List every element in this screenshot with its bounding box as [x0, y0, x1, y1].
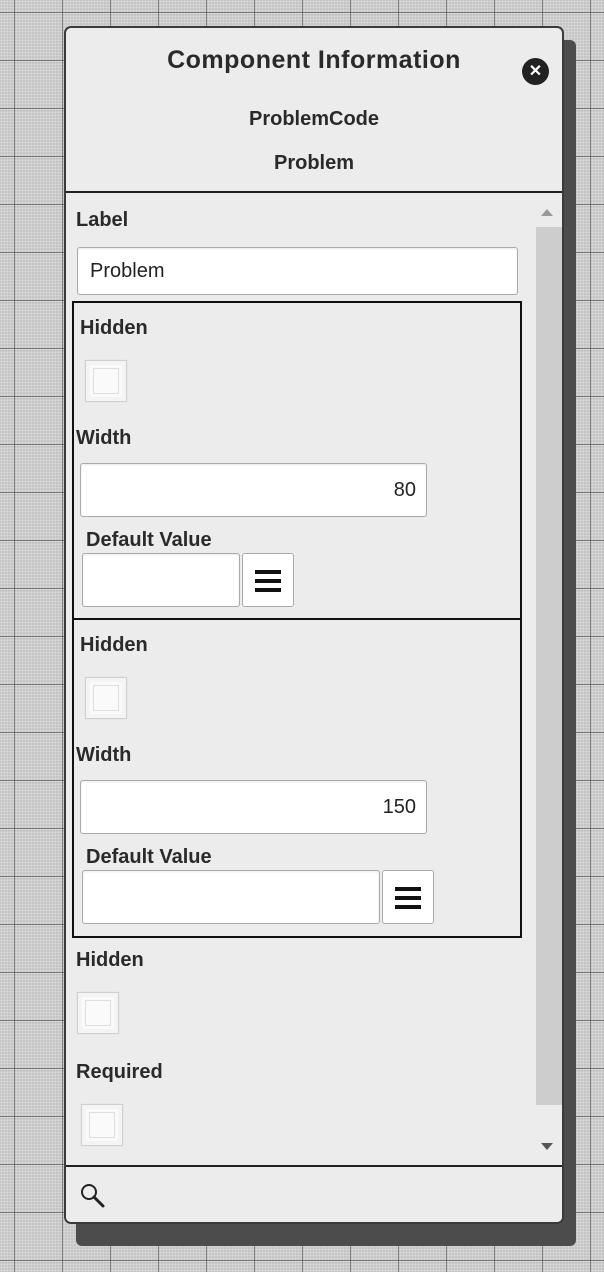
panel-content: Label Hidden Width Default Value Hidden … [66, 193, 532, 1165]
label-heading: Label [76, 209, 129, 231]
column-group-1: Hidden Width Default Value [72, 301, 522, 620]
scroll-up-icon[interactable] [541, 209, 553, 216]
component-code: ProblemCode [248, 108, 380, 130]
menu-icon[interactable] [242, 553, 294, 607]
default-value-label: Default Value [86, 529, 212, 551]
hidden-label: Hidden [76, 949, 144, 971]
hidden-checkbox[interactable] [77, 992, 119, 1034]
default-value-label: Default Value [86, 846, 212, 868]
panel-footer [66, 1165, 562, 1222]
panel-header: Component Information ✕ ProblemCode Prob… [66, 28, 562, 193]
component-name: Problem [273, 152, 355, 174]
width-label: Width [76, 427, 132, 449]
default-value-input[interactable] [82, 553, 240, 607]
panel-title: Component Information [167, 46, 461, 74]
scroll-thumb[interactable] [536, 227, 562, 1105]
close-icon[interactable]: ✕ [522, 58, 549, 85]
hidden-label: Hidden [80, 317, 148, 339]
search-icon[interactable] [78, 1181, 108, 1211]
column-group-2: Hidden Width Default Value [72, 618, 522, 938]
menu-icon[interactable] [382, 870, 434, 924]
hidden-label: Hidden [80, 634, 148, 656]
width-label: Width [76, 744, 132, 766]
hidden-checkbox[interactable] [85, 677, 127, 719]
component-info-panel: Component Information ✕ ProblemCode Prob… [64, 26, 564, 1224]
required-label: Required [76, 1061, 163, 1083]
label-input[interactable] [77, 247, 518, 295]
hidden-checkbox[interactable] [85, 360, 127, 402]
required-checkbox[interactable] [81, 1104, 123, 1146]
width-input[interactable] [80, 780, 427, 834]
scroll-down-icon[interactable] [541, 1143, 553, 1150]
default-value-input[interactable] [82, 870, 380, 924]
vertical-scrollbar[interactable] [532, 193, 562, 1165]
width-input[interactable] [80, 463, 427, 517]
